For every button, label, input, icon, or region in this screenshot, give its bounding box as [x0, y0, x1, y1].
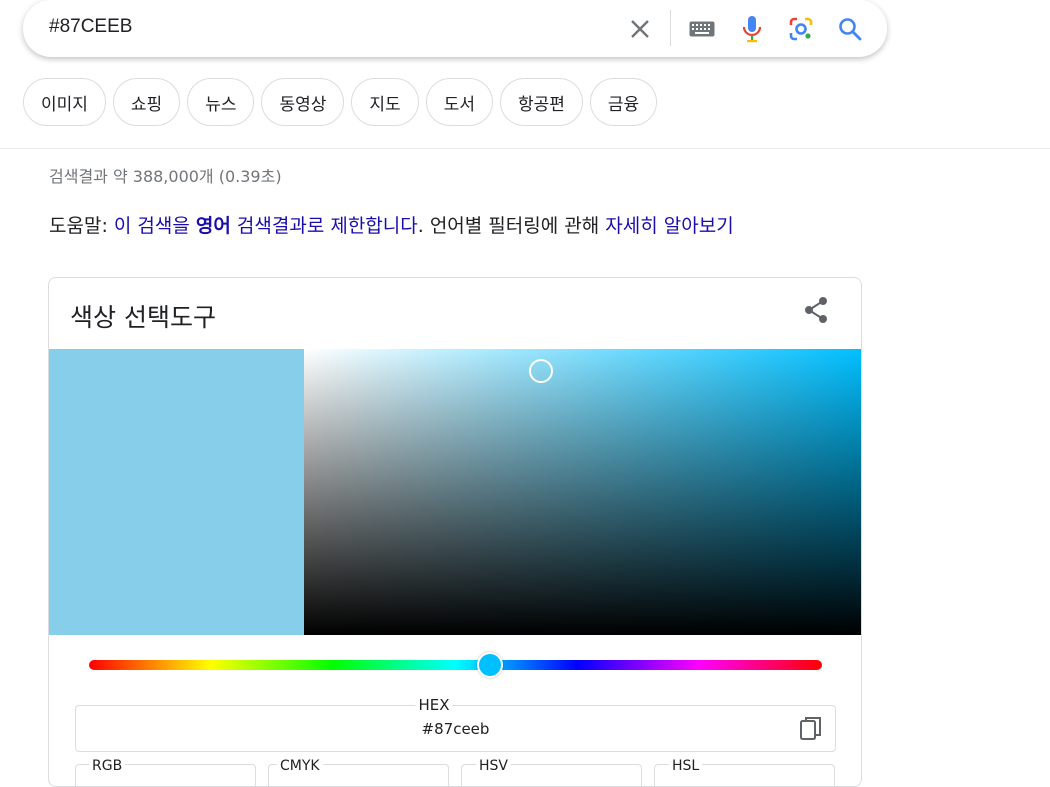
chip-maps[interactable]: 지도: [351, 78, 419, 126]
chip-finance[interactable]: 금융: [589, 78, 658, 126]
keyboard-icon[interactable]: [687, 14, 717, 44]
language-help: 도움말: 이 검색을 영어 검색결과로 제한합니다. 언어별 필터링에 관해 자…: [49, 211, 734, 238]
cmyk-label: CMYK: [277, 758, 323, 774]
hue-slider[interactable]: [89, 660, 822, 670]
search-box[interactable]: #87CEEB: [23, 0, 887, 57]
header-divider: [0, 148, 1050, 149]
share-icon[interactable]: [801, 295, 831, 325]
hsv-label: HSV: [476, 758, 511, 774]
color-picker-card: 색상 선택도구 #87ceeb HEX RGB CMYK HSV HSL: [48, 277, 862, 787]
hue-handle[interactable]: [477, 652, 503, 678]
chip-news[interactable]: 뉴스: [187, 78, 255, 126]
hex-label: HEX: [415, 696, 453, 714]
restrict-english-link[interactable]: 이 검색을 영어 검색결과로 제한합니다: [114, 215, 418, 237]
lens-icon[interactable]: [786, 14, 816, 44]
chip-images[interactable]: 이미지: [23, 78, 106, 126]
chip-shopping[interactable]: 쇼핑: [112, 78, 181, 126]
help-prefix: 도움말:: [49, 215, 114, 237]
separator: [670, 10, 671, 46]
mic-icon[interactable]: [737, 14, 767, 44]
card-title: 색상 선택도구: [70, 303, 216, 332]
result-stats: 검색결과 약 388,000개 (0.39초): [49, 167, 282, 186]
saturation-value-picker[interactable]: [304, 349, 861, 635]
hex-value[interactable]: #87ceeb: [76, 720, 835, 738]
learn-more-link[interactable]: 자세히 알아보기: [605, 215, 733, 237]
search-input[interactable]: #87CEEB: [49, 16, 132, 38]
search-icon[interactable]: [835, 14, 865, 44]
picker-handle[interactable]: [529, 359, 553, 383]
color-swatch: [49, 349, 304, 635]
chip-books[interactable]: 도서: [425, 78, 493, 126]
help-middle: . 언어별 필터링에 관해: [417, 215, 606, 237]
rgb-label: RGB: [89, 758, 126, 774]
filter-chips: 이미지 쇼핑 뉴스 동영상 지도 도서 항공편 금융: [23, 78, 658, 126]
chip-flights[interactable]: 항공편: [499, 78, 583, 126]
copy-icon[interactable]: [799, 716, 823, 742]
chip-videos[interactable]: 동영상: [261, 78, 345, 126]
hex-field[interactable]: #87ceeb: [75, 705, 836, 752]
close-icon[interactable]: [625, 14, 655, 44]
hsl-label: HSL: [669, 758, 703, 774]
